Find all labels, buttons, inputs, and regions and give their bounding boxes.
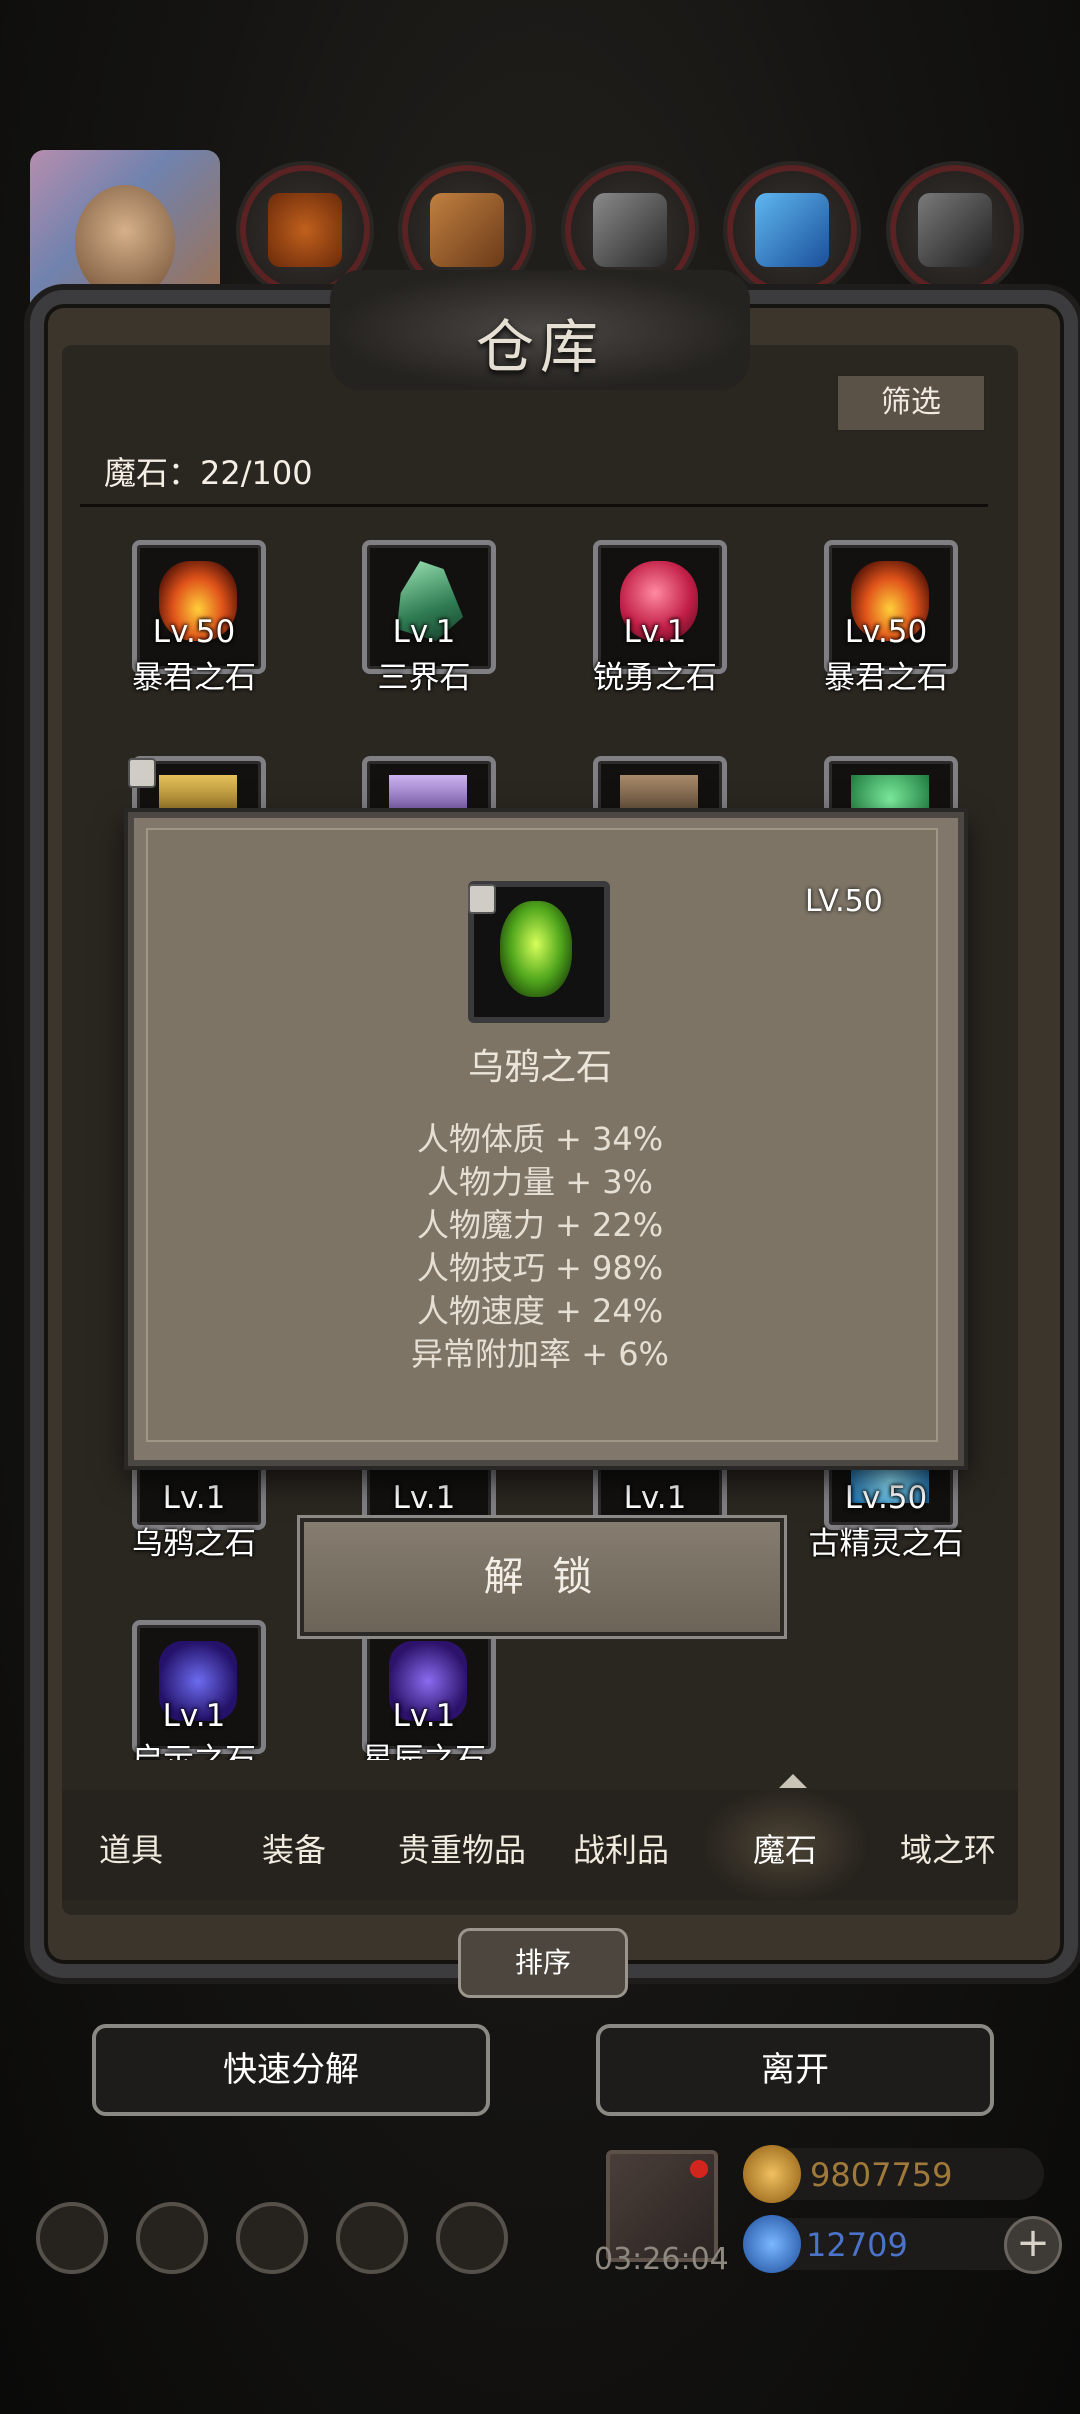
tab-loot[interactable]: 战利品 (546, 1825, 696, 1871)
active-tab-indicator-icon (779, 1774, 807, 1788)
stat-line: 人物技巧 + 98% (416, 1249, 664, 1287)
resource-stone-icon[interactable] (890, 165, 1020, 295)
tab-items[interactable]: 道具 (56, 1825, 206, 1871)
dice-icon[interactable] (436, 2202, 508, 2274)
stone-count: 魔石：22/100 (104, 454, 313, 492)
item-name: 暴君之石 (132, 660, 256, 696)
page-title: 仓库 (475, 313, 604, 381)
stat-line: 人物魔力 + 22% (416, 1206, 664, 1244)
lock-icon (128, 758, 156, 788)
item-name: 三界石 (377, 660, 471, 696)
item-name: 暴君之石 (824, 660, 948, 696)
add-currency-button[interactable]: + (1004, 2216, 1062, 2274)
divider (80, 504, 988, 507)
lock-icon (468, 884, 496, 914)
item-level: Lv.50 (844, 614, 928, 650)
detail-level: LV.50 (805, 884, 883, 919)
item-level: Lv.1 (623, 1480, 687, 1516)
item-name: 古精灵之石 (808, 1526, 964, 1562)
crow-stone-icon (500, 901, 572, 997)
gold-value: 9807759 (810, 2156, 953, 2194)
item-name: 星辰之石 (362, 1742, 486, 1760)
item-level: Lv.1 (162, 1698, 226, 1734)
item-name: 锐勇之石 (593, 660, 717, 696)
item-level: Lv.1 (162, 1480, 226, 1516)
item-level: Lv.50 (844, 1480, 928, 1516)
gold-icon (743, 2145, 801, 2203)
tab-equipment[interactable]: 装备 (219, 1825, 369, 1871)
mail-icon[interactable] (336, 2202, 408, 2274)
settings-icon[interactable] (36, 2202, 108, 2274)
sort-button[interactable]: 排序 (458, 1928, 628, 1998)
item-name: 乌鸦之石 (132, 1526, 256, 1562)
stat-line: 人物速度 + 24% (416, 1292, 664, 1330)
item-level: Lv.1 (623, 614, 687, 650)
avatar-portrait (75, 185, 175, 300)
tab-magic-stones[interactable]: 魔石 (710, 1825, 860, 1871)
unlock-button[interactable]: 解 锁 (300, 1518, 784, 1636)
stat-line: 异常附加率 + 6% (411, 1335, 669, 1373)
tab-domain-rings[interactable]: 域之环 (873, 1825, 1023, 1871)
stat-line: 人物体质 + 34% (416, 1120, 664, 1158)
guild-icon[interactable] (236, 2202, 308, 2274)
gift-timer: 03:26:04 (594, 2242, 729, 2277)
item-level: Lv.1 (392, 1480, 456, 1516)
gem-icon (743, 2215, 801, 2273)
resource-crystal-icon[interactable] (727, 165, 857, 295)
filter-button[interactable]: 筛选 (836, 374, 986, 432)
stat-line: 人物力量 + 3% (427, 1163, 653, 1201)
notification-dot (690, 2160, 708, 2178)
gem-value: 12709 (806, 2226, 908, 2264)
leave-button[interactable]: 离开 (596, 2024, 994, 2116)
quick-decompose-button[interactable]: 快速分解 (92, 2024, 490, 2116)
tab-valuables[interactable]: 贵重物品 (382, 1825, 542, 1871)
item-level: Lv.1 (392, 1698, 456, 1734)
item-level: Lv.50 (152, 614, 236, 650)
rank-icon[interactable] (136, 2202, 208, 2274)
item-level: Lv.1 (392, 614, 456, 650)
item-name: 启示之石 (132, 1742, 256, 1760)
detail-item-name: 乌鸦之石 (467, 1047, 612, 1088)
